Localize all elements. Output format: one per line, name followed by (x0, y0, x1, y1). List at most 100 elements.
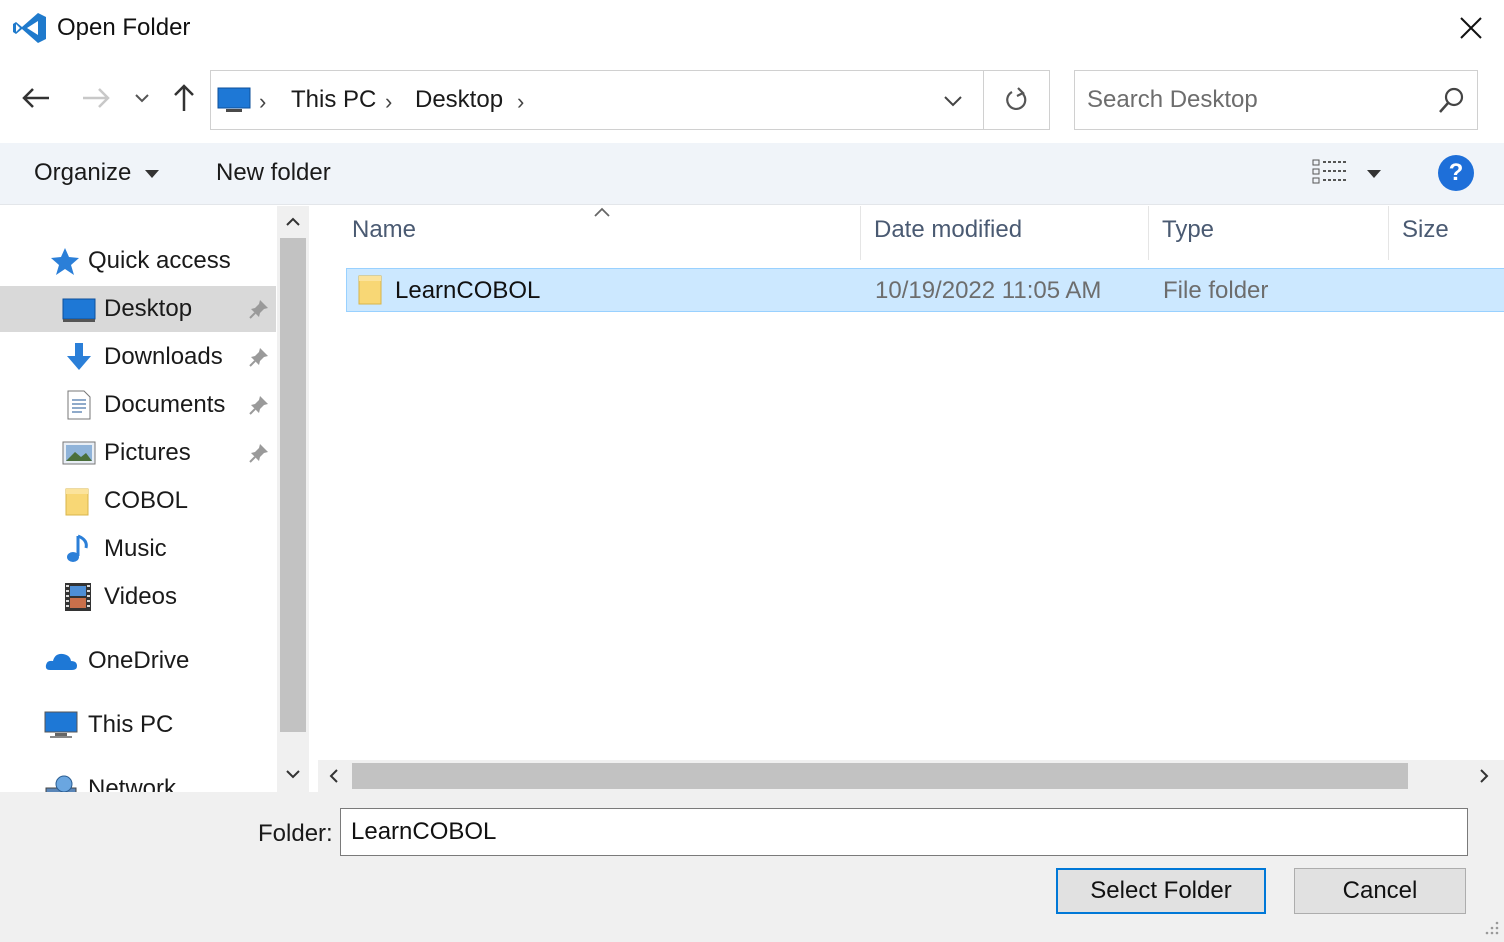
network-icon (45, 775, 77, 792)
arrow-up-icon (174, 84, 194, 111)
nav-label: Documents (104, 391, 226, 418)
close-icon (1460, 17, 1482, 39)
nav-label: Desktop (104, 295, 193, 322)
document-icon (67, 390, 91, 420)
close-button[interactable] (1448, 6, 1494, 50)
scroll-right-button[interactable] (1472, 764, 1496, 788)
pin-icon (249, 348, 268, 367)
vscode-icon (13, 13, 46, 43)
arrow-left-icon (22, 88, 49, 108)
recent-locations-button[interactable] (124, 76, 160, 120)
file-date-modified: 10/19/2022 11:05 AM (875, 277, 1102, 304)
nav-label: Downloads (104, 343, 223, 370)
music-icon (67, 534, 88, 562)
folder-icon (65, 488, 89, 516)
file-list-scrollbar[interactable] (318, 760, 1504, 792)
breadcrumb-this-pc[interactable]: This PC (291, 86, 376, 114)
chevron-right-icon[interactable]: › (385, 89, 392, 115)
computer-icon (44, 711, 78, 738)
nav-label: This PC (88, 711, 174, 738)
nav-label: Music (104, 535, 167, 562)
nav-label: Quick access (88, 247, 231, 274)
sort-ascending-icon (594, 207, 610, 217)
nav-item-cobol[interactable]: COBOL (0, 478, 276, 524)
nav-label: Pictures (104, 439, 191, 466)
dialog-footer: Folder: Select Folder Cancel (0, 792, 1504, 942)
change-view-button[interactable] (1308, 153, 1388, 193)
nav-item-documents[interactable]: Documents (0, 382, 276, 428)
nav-label: Network (88, 775, 177, 792)
pin-icon (249, 300, 268, 319)
column-divider[interactable] (860, 206, 861, 260)
select-folder-button[interactable]: Select Folder (1056, 868, 1266, 914)
organize-label: Organize (34, 159, 132, 186)
back-button[interactable] (16, 76, 56, 120)
refresh-icon (1005, 87, 1026, 110)
nav-label: COBOL (104, 487, 189, 514)
chevron-right-icon (1480, 769, 1489, 783)
new-folder-button[interactable]: New folder (216, 159, 331, 187)
caret-down-icon (145, 169, 160, 178)
file-row[interactable]: LearnCOBOL 10/19/2022 11:05 AM File fold… (346, 268, 1504, 312)
star-icon (51, 248, 79, 275)
nav-label: Videos (104, 583, 177, 610)
search-box[interactable] (1074, 70, 1478, 130)
pin-icon (249, 396, 268, 415)
chevron-up-icon (286, 217, 300, 226)
refresh-button[interactable] (983, 71, 1049, 129)
folder-name-input[interactable] (340, 808, 1468, 856)
address-dropdown-button[interactable] (927, 81, 979, 121)
window-title: Open Folder (57, 14, 191, 41)
column-header-name[interactable]: Name (352, 216, 416, 244)
breadcrumb-desktop[interactable]: Desktop (415, 86, 503, 114)
file-name: LearnCOBOL (395, 277, 541, 304)
search-icon (1439, 87, 1464, 113)
column-divider[interactable] (1148, 206, 1149, 260)
nav-item-desktop[interactable]: Desktop (0, 286, 276, 332)
chevron-left-icon (329, 769, 338, 783)
resize-grip-icon[interactable] (1482, 920, 1500, 938)
nav-item-music[interactable]: Music (0, 526, 276, 572)
chevron-down-icon (135, 94, 149, 103)
cancel-button[interactable]: Cancel (1294, 868, 1466, 914)
nav-item-this-pc[interactable]: This PC (0, 702, 276, 748)
scroll-thumb[interactable] (280, 238, 306, 732)
chevron-right-icon[interactable]: › (517, 89, 524, 115)
scroll-thumb[interactable] (352, 763, 1408, 789)
folder-label: Folder: (258, 820, 333, 847)
command-toolbar: Organize New folder ? (0, 143, 1504, 205)
desktop-icon (62, 298, 96, 322)
nav-item-downloads[interactable]: Downloads (0, 334, 276, 380)
file-list-pane: Name Date modified Type Size LearnCOBOL … (318, 206, 1504, 792)
forward-button[interactable] (76, 76, 116, 120)
column-header-date-modified[interactable]: Date modified (874, 216, 1022, 244)
nav-item-network[interactable]: Network (0, 766, 276, 792)
nav-item-videos[interactable]: Videos (0, 574, 276, 620)
nav-item-pictures[interactable]: Pictures (0, 430, 276, 476)
video-icon (65, 583, 91, 611)
nav-item-onedrive[interactable]: OneDrive (0, 638, 276, 684)
title-bar: Open Folder (0, 0, 1504, 58)
nav-scrollbar[interactable] (277, 206, 309, 792)
scroll-down-button[interactable] (281, 762, 305, 786)
details-view-icon (1312, 159, 1346, 184)
chevron-right-icon[interactable]: › (259, 89, 266, 115)
column-header-type[interactable]: Type (1162, 216, 1214, 244)
file-type: File folder (1163, 277, 1269, 304)
scroll-left-button[interactable] (322, 764, 346, 788)
nav-label: OneDrive (88, 647, 190, 674)
up-button[interactable] (164, 76, 204, 120)
column-divider[interactable] (1388, 206, 1389, 260)
organize-button[interactable]: Organize (34, 159, 160, 187)
caret-down-icon (1367, 170, 1381, 178)
nav-item-quick-access[interactable]: Quick access (0, 238, 276, 284)
scroll-up-button[interactable] (281, 210, 305, 234)
navigation-bar: › This PC › Desktop › (0, 62, 1504, 138)
arrow-right-icon (83, 88, 110, 108)
folder-icon (358, 275, 382, 305)
help-button[interactable]: ? (1438, 155, 1474, 191)
column-header-size[interactable]: Size (1402, 216, 1449, 244)
address-bar[interactable]: › This PC › Desktop › (210, 70, 1050, 130)
navigation-pane: Quick access Desktop Downloads Documents (0, 206, 312, 792)
search-input[interactable] (1087, 83, 1427, 117)
